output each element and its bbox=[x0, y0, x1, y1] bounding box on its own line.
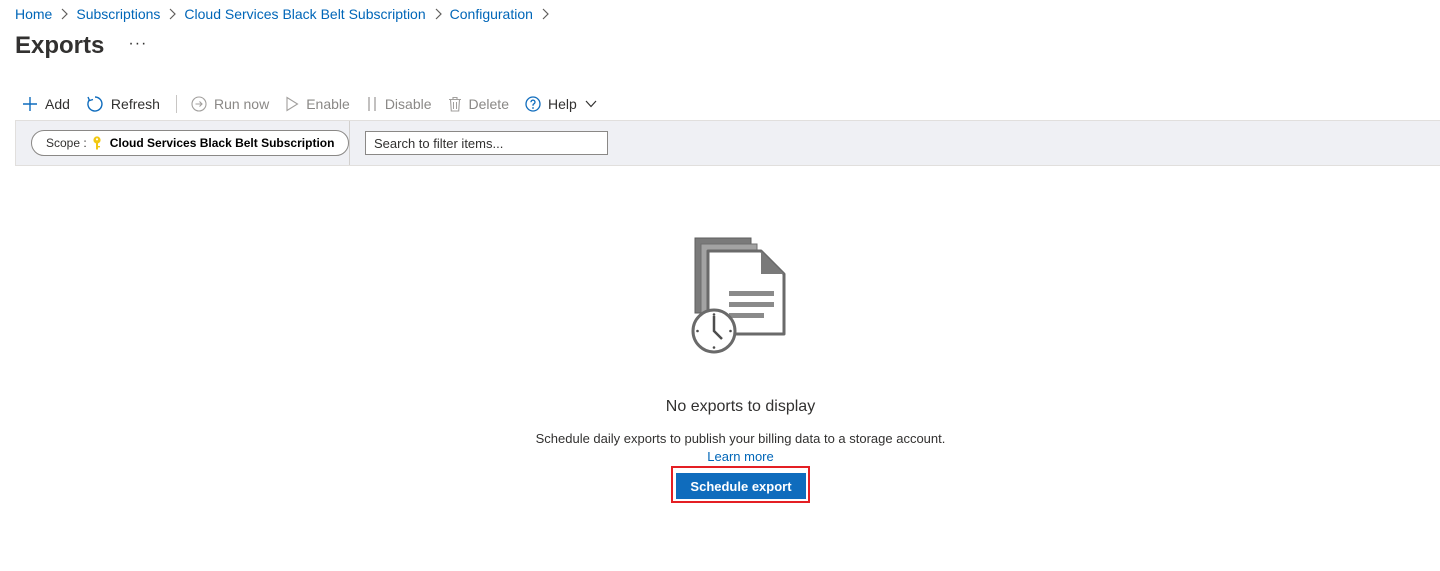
learn-more-link[interactable]: Learn more bbox=[707, 449, 773, 464]
more-icon[interactable]: ··· bbox=[128, 35, 147, 53]
filter-divider bbox=[349, 121, 350, 165]
chevron-right-icon bbox=[168, 8, 177, 20]
refresh-label: Refresh bbox=[110, 96, 160, 112]
toolbar-divider bbox=[175, 95, 177, 113]
help-label: Help bbox=[547, 96, 577, 112]
enable-label: Enable bbox=[306, 96, 350, 112]
highlight-box: Schedule export bbox=[671, 466, 810, 503]
run-now-label: Run now bbox=[213, 96, 270, 112]
search-input[interactable] bbox=[365, 131, 608, 155]
delete-icon bbox=[448, 96, 462, 112]
page-title: Exports bbox=[15, 32, 105, 59]
scope-value: Cloud Services Black Belt Subscription bbox=[109, 136, 335, 150]
empty-state-description: Schedule daily exports to publish your b… bbox=[535, 431, 946, 446]
add-icon bbox=[22, 96, 38, 112]
command-bar: Add Refresh Run now Enable Disable Delet… bbox=[22, 92, 613, 116]
breadcrumb-home[interactable]: Home bbox=[15, 6, 52, 22]
breadcrumb: Home Subscriptions Cloud Services Black … bbox=[15, 6, 557, 22]
breadcrumb-subscriptions[interactable]: Subscriptions bbox=[76, 6, 160, 22]
disable-label: Disable bbox=[384, 96, 432, 112]
run-now-icon bbox=[191, 96, 207, 112]
breadcrumb-subscription[interactable]: Cloud Services Black Belt Subscription bbox=[184, 6, 425, 22]
breadcrumb-configuration[interactable]: Configuration bbox=[450, 6, 533, 22]
chevron-right-icon bbox=[434, 8, 442, 20]
empty-state-title: No exports to display bbox=[665, 398, 816, 415]
help-button[interactable]: Help bbox=[525, 96, 597, 112]
empty-state: No exports to display Schedule daily exp… bbox=[0, 236, 1440, 503]
title-row: Exports ··· bbox=[15, 32, 147, 60]
help-icon bbox=[525, 96, 541, 112]
chevron-down-icon bbox=[585, 100, 597, 108]
chevron-right-icon bbox=[60, 8, 69, 20]
chevron-right-icon bbox=[541, 8, 549, 20]
run-now-button[interactable]: Run now bbox=[191, 96, 269, 112]
exports-illustration bbox=[691, 237, 785, 354]
disable-icon bbox=[366, 96, 378, 112]
add-button[interactable]: Add bbox=[22, 96, 70, 112]
schedule-export-button[interactable]: Schedule export bbox=[676, 473, 806, 499]
add-label: Add bbox=[45, 96, 70, 112]
delete-button[interactable]: Delete bbox=[448, 96, 509, 112]
refresh-icon bbox=[86, 95, 104, 113]
delete-label: Delete bbox=[468, 96, 509, 112]
enable-button[interactable]: Enable bbox=[285, 96, 350, 112]
filter-bar: Scope : Cloud Services Black Belt Subscr… bbox=[15, 120, 1440, 166]
enable-icon bbox=[285, 96, 299, 112]
scope-pill[interactable]: Scope : Cloud Services Black Belt Subscr… bbox=[31, 130, 350, 156]
disable-button[interactable]: Disable bbox=[366, 96, 432, 112]
refresh-button[interactable]: Refresh bbox=[86, 95, 160, 113]
scope-label: Scope : bbox=[46, 136, 87, 150]
key-icon bbox=[92, 136, 102, 150]
